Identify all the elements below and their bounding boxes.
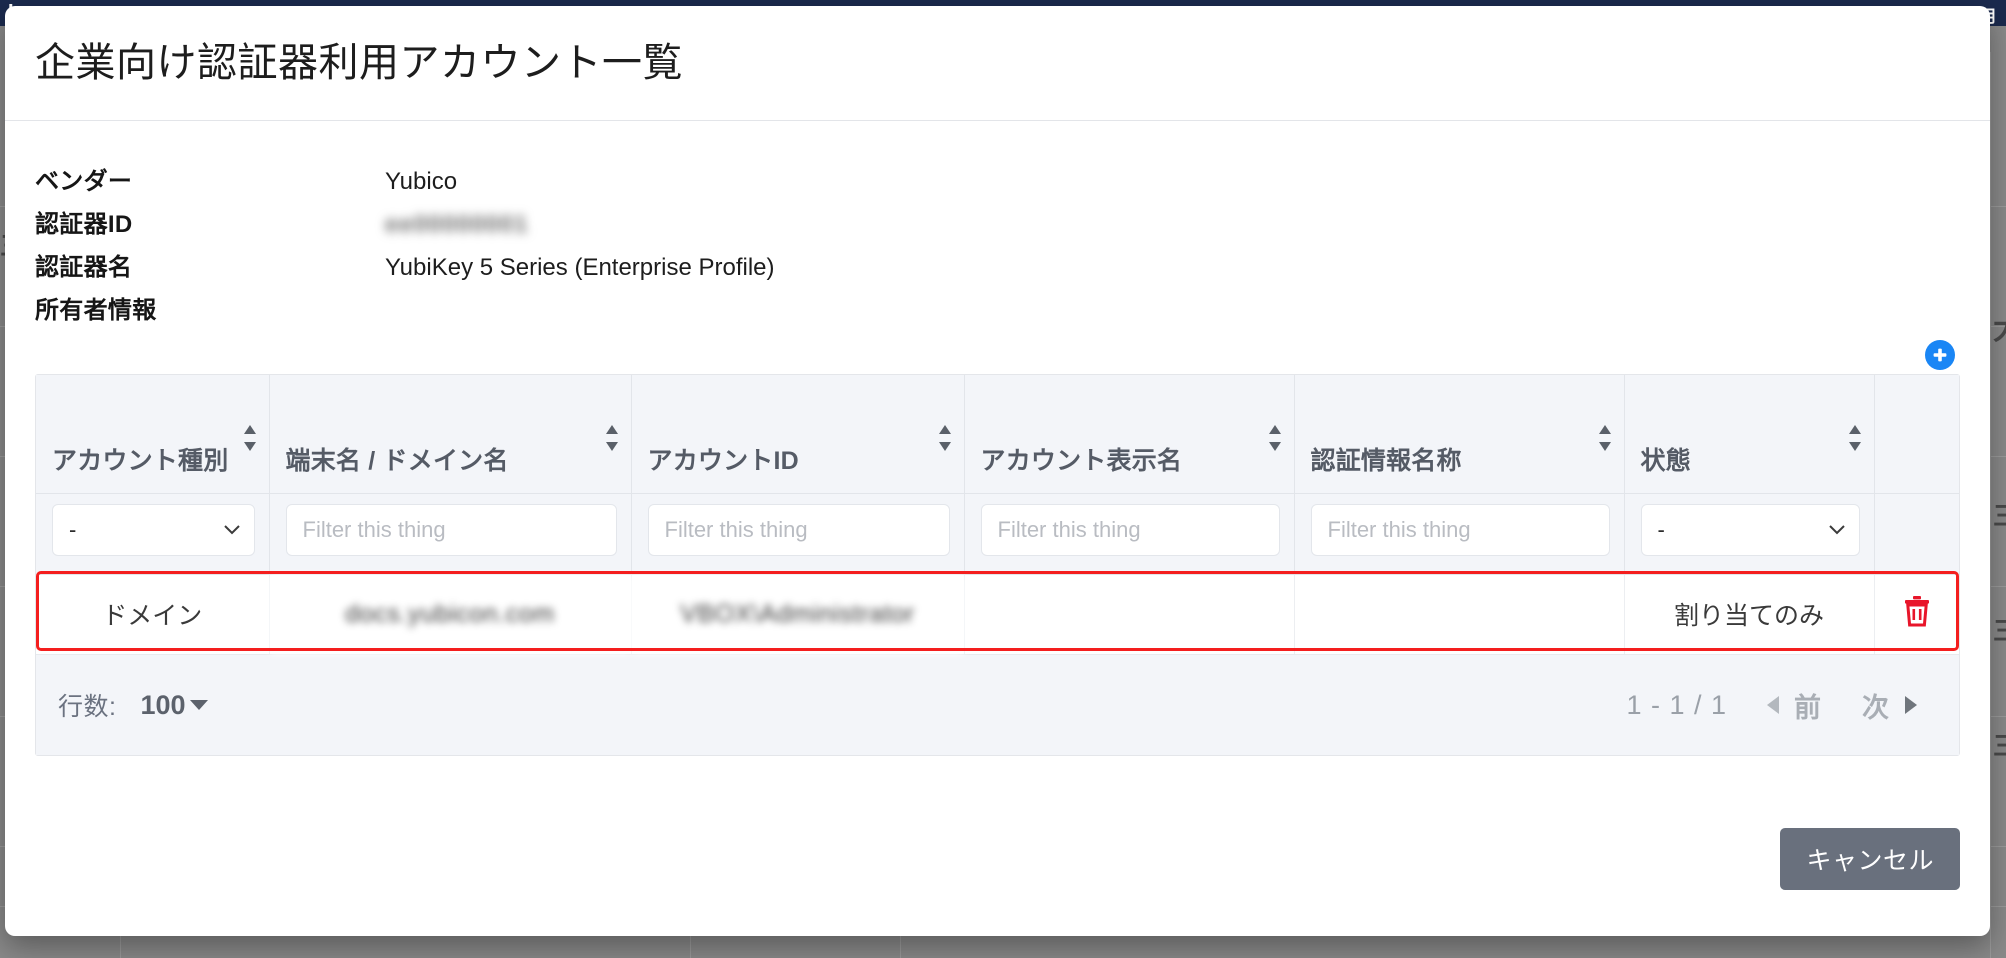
filter-input-credential-name[interactable] — [1310, 503, 1610, 556]
authenticator-info: ベンダー Yubico 認証器ID ee00000001 認証器名 YubiKe… — [35, 161, 1335, 333]
chevron-down-icon — [1828, 524, 1845, 534]
cell-account-id: VBOX\Administrator — [631, 574, 965, 654]
info-row-authenticator-name: 認証器名 YubiKey 5 Series (Enterprise Profil… — [35, 247, 1335, 290]
filter-input-display-name[interactable] — [980, 503, 1280, 556]
filter-select-account-type[interactable]: - — [52, 503, 255, 556]
filter-cell-device-domain — [269, 493, 632, 575]
filter-select-account-type-value: - — [69, 516, 77, 542]
info-row-owner: 所有者情報 — [35, 290, 1335, 333]
column-label-credential-name: 認証情報名称 — [1310, 447, 1462, 475]
title-divider — [5, 120, 1990, 121]
column-label-device-domain: 端末名 / ドメイン名 — [285, 447, 509, 475]
sort-icon — [605, 424, 618, 451]
sort-icon — [1268, 424, 1281, 451]
table-header-row: アカウント種別 端末名 / ドメイン名 アカウントID アカウント表示名 認証情… — [36, 375, 1959, 494]
rows-per-page-value: 100 — [140, 689, 186, 720]
triangle-left-icon — [1767, 696, 1779, 714]
filter-input-account-id[interactable] — [647, 503, 950, 556]
info-label-authenticator-id: 認証器ID — [35, 211, 133, 238]
cell-status: 割り当てのみ — [1624, 574, 1875, 654]
add-account-button[interactable] — [1925, 340, 1955, 370]
column-label-account-type: アカウント種別 — [52, 447, 229, 475]
pagination-prev-label: 前 — [1794, 692, 1822, 723]
plus-icon — [1933, 348, 1947, 362]
rows-per-page-label: 行数: — [58, 693, 117, 721]
account-list-dialog: 企業向け認証器利用アカウント一覧 ベンダー Yubico 認証器ID ee000… — [5, 6, 1990, 936]
caret-down-icon — [189, 700, 208, 710]
filter-cell-actions — [1874, 493, 1959, 575]
sort-icon — [1598, 424, 1611, 451]
pagination-next-button[interactable]: 次 — [1862, 686, 1917, 725]
column-header-actions — [1874, 375, 1959, 494]
filter-cell-account-type: - — [36, 493, 270, 575]
dialog-title: 企業向け認証器利用アカウント一覧 — [35, 41, 683, 85]
filter-cell-account-id — [631, 493, 965, 575]
cancel-button[interactable]: キャンセル — [1780, 828, 1960, 890]
pagination-next-label: 次 — [1862, 692, 1890, 723]
table-footer: 行数: 100 1 - 1 / 1 前 次 — [36, 654, 1959, 755]
sort-icon — [1848, 424, 1861, 451]
screen: 大 三 三 三 三 Logon 自分専用 企業向け認証器利用アカウント一覧 ベン… — [0, 0, 2006, 958]
accounts-table: アカウント種別 端末名 / ドメイン名 アカウントID アカウント表示名 認証情… — [36, 375, 1959, 654]
info-value-authenticator-name: YubiKey 5 Series (Enterprise Profile) — [385, 254, 775, 281]
pagination: 1 - 1 / 1 前 次 — [1626, 686, 1917, 725]
info-value-authenticator-id: ee00000001 — [385, 211, 529, 238]
chevron-down-icon — [223, 524, 240, 534]
sort-icon — [243, 424, 256, 451]
cell-device-domain: docs.yubicon.com — [269, 574, 632, 654]
triangle-right-icon — [1905, 696, 1917, 714]
info-row-vendor: ベンダー Yubico — [35, 161, 1335, 204]
pagination-range: 1 - 1 / 1 — [1626, 689, 1727, 720]
info-label-authenticator-name: 認証器名 — [35, 254, 133, 281]
accounts-table-container: アカウント種別 端末名 / ドメイン名 アカウントID アカウント表示名 認証情… — [35, 374, 1960, 756]
cell-account-type: ドメイン — [36, 574, 270, 654]
table-row[interactable]: ドメイン docs.yubicon.com VBOX\Administrator… — [36, 574, 1959, 654]
delete-row-button[interactable] — [1903, 595, 1931, 627]
filter-cell-display-name — [964, 493, 1295, 575]
rows-per-page-select[interactable]: 100 — [140, 689, 208, 721]
column-header-account-type[interactable]: アカウント種別 — [36, 375, 270, 494]
info-row-authenticator-id: 認証器ID ee00000001 — [35, 204, 1335, 247]
table-filter-row: - Filter this thing Filter this thing Fi… — [36, 493, 1959, 575]
cell-credential-name — [1294, 574, 1625, 654]
filter-select-status-value: - — [1657, 516, 1665, 542]
sort-icon — [938, 424, 951, 451]
column-header-credential-name[interactable]: 認証情報名称 — [1294, 375, 1625, 494]
column-header-device-domain[interactable]: 端末名 / ドメイン名 — [269, 375, 632, 494]
column-label-display-name: アカウント表示名 — [980, 447, 1183, 475]
cell-display-name — [964, 574, 1295, 654]
column-header-display-name[interactable]: アカウント表示名 — [964, 375, 1295, 494]
filter-cell-status: - — [1624, 493, 1875, 575]
column-label-account-id: アカウントID — [647, 447, 799, 475]
trash-icon — [1904, 595, 1929, 627]
pagination-prev-button[interactable]: 前 — [1767, 686, 1822, 725]
info-label-vendor: ベンダー — [35, 168, 133, 195]
column-header-account-id[interactable]: アカウントID — [631, 375, 965, 494]
filter-input-device-domain[interactable] — [285, 503, 617, 556]
cell-actions — [1874, 574, 1959, 654]
column-label-status: 状態 — [1640, 447, 1691, 475]
column-header-status[interactable]: 状態 — [1624, 375, 1875, 494]
info-label-owner: 所有者情報 — [35, 297, 157, 324]
filter-cell-credential-name — [1294, 493, 1625, 575]
filter-select-status[interactable]: - — [1640, 503, 1860, 556]
info-value-vendor: Yubico — [385, 168, 458, 195]
